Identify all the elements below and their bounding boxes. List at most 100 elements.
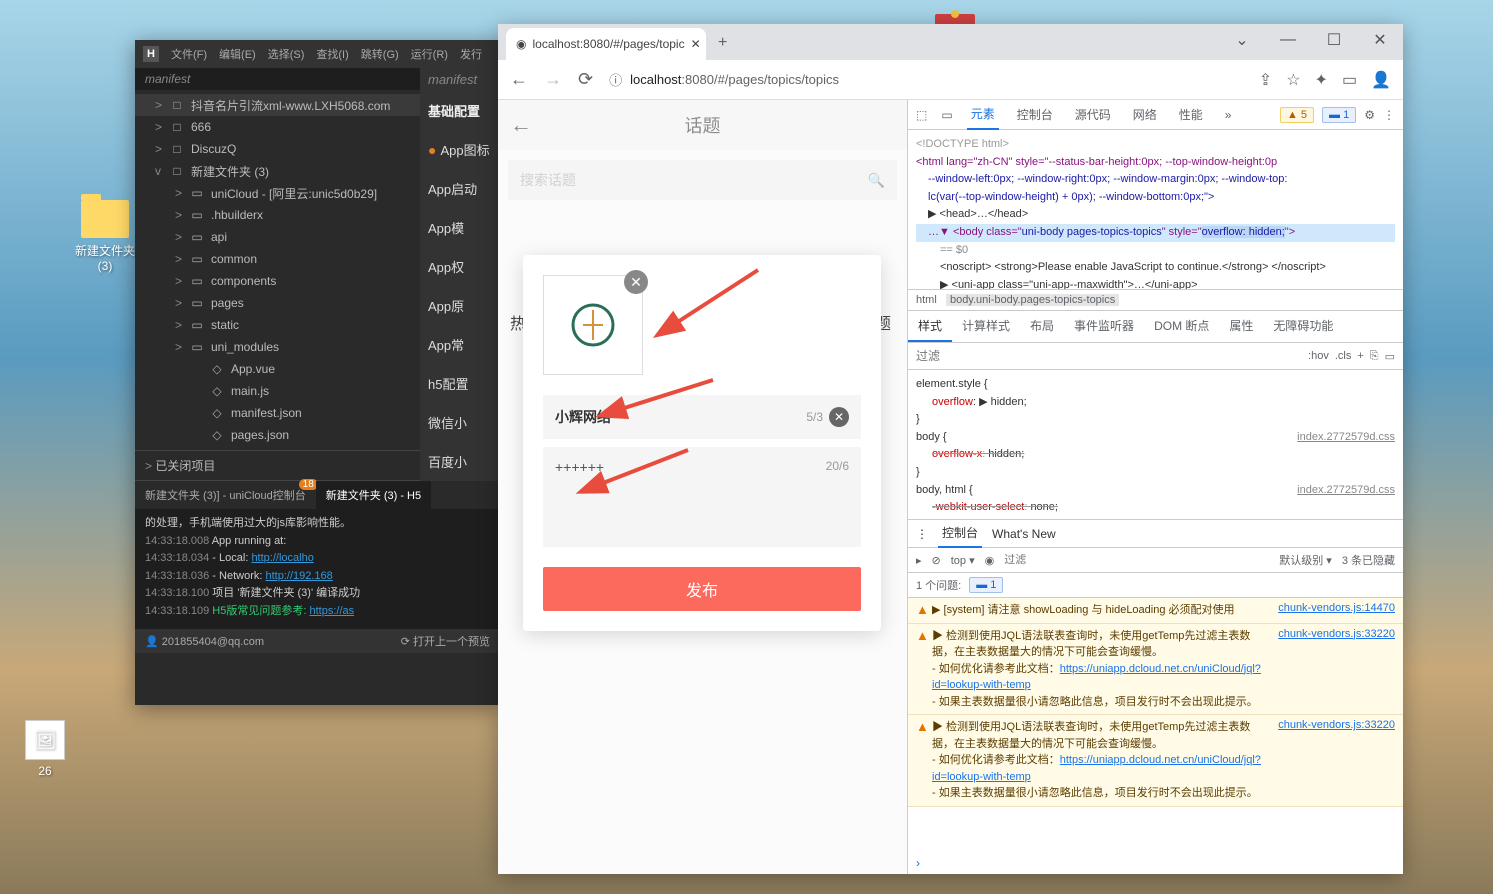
settings-icon[interactable]: ⚙ [1364, 108, 1375, 122]
config-item[interactable]: App常 [420, 325, 500, 364]
hov-button[interactable]: :hov [1308, 350, 1329, 362]
add-rule-button[interactable]: + [1357, 350, 1363, 362]
address-bar-row: ← → ⟳ ⓘ localhost:8080/#/pages/topics/to… [498, 60, 1403, 100]
config-item[interactable]: App图标 [420, 130, 500, 169]
tab-listeners[interactable]: 事件监听器 [1064, 311, 1144, 342]
devtools-panel: ⬚ ▭ 元素 控制台 源代码 网络 性能 » ▲ 5 ▬ 1 ⚙ ⋮ <!DOC… [908, 100, 1403, 874]
config-header: 基础配置 [420, 91, 500, 130]
manifest-config-panel: manifest 基础配置 App图标App启动App模App权App原App常… [420, 68, 500, 481]
elements-tree[interactable]: <!DOCTYPE html> <html lang="zh-CN" style… [908, 130, 1403, 290]
styles-pane[interactable]: element.style {overflow: ▶ hidden;}index… [908, 370, 1403, 520]
info-icon[interactable]: ⓘ [609, 70, 622, 89]
tab-sources[interactable]: 源代码 [1071, 100, 1115, 130]
desktop-image[interactable]: 🖼 26 [10, 720, 80, 778]
tab-title: localhost:8080/#/pages/topic [532, 37, 684, 51]
context-selector[interactable]: top ▾ [951, 554, 975, 567]
clear-icon[interactable]: ✕ [829, 407, 849, 427]
content-textarea[interactable]: ++++++ 20/6 [543, 447, 861, 547]
tab-styles[interactable]: 样式 [908, 311, 952, 342]
remove-avatar-icon[interactable]: ✕ [624, 270, 648, 294]
clear-console-icon[interactable]: ⊘ [932, 554, 941, 567]
menu-find[interactable]: 查找(I) [316, 46, 348, 62]
status-right[interactable]: ⟳ 打开上一个预览 [401, 633, 490, 649]
info-badge[interactable]: ▬ 1 [1322, 107, 1356, 123]
tab-more[interactable]: » [1221, 100, 1236, 130]
tab-performance[interactable]: 性能 [1175, 100, 1207, 130]
menu-publish[interactable]: 发行 [460, 46, 482, 62]
minimize-button[interactable]: — [1265, 24, 1311, 56]
config-item[interactable]: App原 [420, 286, 500, 325]
config-item[interactable]: 微信小 [420, 403, 500, 442]
issues-row[interactable]: 1 个问题: ▬ 1 [908, 573, 1403, 598]
new-tab-button[interactable]: + [706, 26, 739, 60]
warnings-badge[interactable]: ▲ 5 [1280, 107, 1314, 123]
tab-h5[interactable]: 新建文件夹 (3) - H5 [316, 481, 431, 509]
tab-network[interactable]: 网络 [1129, 100, 1161, 130]
console-sidebar-icon[interactable]: ▸ [916, 554, 922, 567]
profile-icon[interactable]: 👤 [1371, 70, 1391, 90]
menu-file[interactable]: 文件(F) [171, 46, 207, 62]
back-button[interactable]: ← [510, 69, 528, 90]
drawer-tabs: ⋮ 控制台 What's New [908, 520, 1403, 548]
drawer-menu-icon[interactable]: ⋮ [916, 527, 928, 541]
tab-props[interactable]: 属性 [1219, 311, 1263, 342]
menu-run[interactable]: 运行(R) [411, 46, 448, 62]
avatar-logo-icon [568, 300, 618, 350]
user-email[interactable]: 👤 201855404@qq.com [145, 635, 264, 648]
bookmark-icon[interactable]: ☆ [1286, 70, 1300, 90]
app-icon: H [143, 46, 159, 62]
tab-computed[interactable]: 计算样式 [952, 311, 1020, 342]
copy-icon[interactable]: ⎘ [1370, 350, 1379, 363]
more-icon[interactable]: ▭ [1385, 350, 1395, 363]
tab-a11y[interactable]: 无障碍功能 [1263, 311, 1343, 342]
config-item[interactable]: h5配置 [420, 364, 500, 403]
avatar-upload[interactable]: ✕ [543, 275, 643, 375]
content-value: ++++++ [555, 459, 604, 475]
breadcrumb[interactable]: html body.uni-body.pages-topics-topics [908, 290, 1403, 311]
config-tab[interactable]: manifest [420, 68, 500, 91]
window-controls: ⌄ — ☐ ✕ [1219, 24, 1403, 56]
console-prompt[interactable]: › [908, 852, 1403, 874]
cls-button[interactable]: .cls [1335, 350, 1352, 362]
title-input[interactable]: 小辉网络 5/3✕ [543, 395, 861, 439]
menu-edit[interactable]: 编辑(E) [219, 46, 256, 62]
level-selector[interactable]: 默认级别 ▾ [1279, 552, 1332, 568]
styles-filter-input[interactable] [908, 343, 1300, 369]
close-button[interactable]: ✕ [1357, 24, 1403, 56]
tab-elements[interactable]: 元素 [967, 100, 999, 130]
console-filter-input[interactable] [1004, 554, 1104, 566]
selected-element[interactable]: …▼ <body class="uni-body pages-topics-to… [916, 224, 1395, 242]
desktop-folder[interactable]: 新建文件夹 (3) [70, 200, 140, 273]
reading-list-icon[interactable]: ▭ [1342, 70, 1357, 90]
menu-select[interactable]: 选择(S) [268, 46, 305, 62]
tab-dom-break[interactable]: DOM 断点 [1144, 311, 1219, 342]
extensions-icon[interactable]: ✦ [1315, 70, 1328, 90]
publish-button[interactable]: 发布 [543, 567, 861, 611]
drawer-tab-console[interactable]: 控制台 [938, 519, 982, 548]
browser-tab[interactable]: ◉ localhost:8080/#/pages/topic ✕ [506, 28, 706, 60]
menu-icon[interactable]: ⋮ [1383, 108, 1395, 122]
address-bar[interactable]: ⓘ localhost:8080/#/pages/topics/topics [609, 70, 1243, 89]
eye-icon[interactable]: ◉ [985, 554, 995, 567]
console-log: ▲▶ [system] 请注意 showLoading 与 hideLoadin… [908, 598, 1403, 852]
image-icon: 🖼 [25, 720, 65, 760]
config-item[interactable]: 百度小 [420, 442, 500, 481]
console-toolbar: ▸ ⊘ top ▾ ◉ 默认级别 ▾ 3 条已隐藏 [908, 548, 1403, 573]
inspect-icon[interactable]: ⬚ [916, 108, 927, 122]
device-icon[interactable]: ▭ [941, 108, 952, 122]
drawer-tab-whatsnew[interactable]: What's New [992, 527, 1056, 541]
tab-console[interactable]: 控制台 [1013, 100, 1057, 130]
tab-unicloud-console[interactable]: 新建文件夹 (3)] - uniCloud控制台18 [135, 481, 316, 509]
share-icon[interactable]: ⇪ [1259, 70, 1272, 90]
config-item[interactable]: App模 [420, 208, 500, 247]
maximize-button[interactable]: ☐ [1311, 24, 1357, 56]
hidden-count: 3 条已隐藏 [1342, 552, 1395, 568]
menu-goto[interactable]: 跳转(G) [361, 46, 399, 62]
tab-close-icon[interactable]: ✕ [691, 37, 701, 51]
dropdown-icon[interactable]: ⌄ [1219, 24, 1265, 56]
tab-layout[interactable]: 布局 [1020, 311, 1064, 342]
console-output: 的处理，手机端使用过大的js库影响性能。14:33:18.008 App run… [135, 509, 500, 629]
reload-button[interactable]: ⟳ [578, 69, 593, 90]
config-item[interactable]: App启动 [420, 169, 500, 208]
config-item[interactable]: App权 [420, 247, 500, 286]
